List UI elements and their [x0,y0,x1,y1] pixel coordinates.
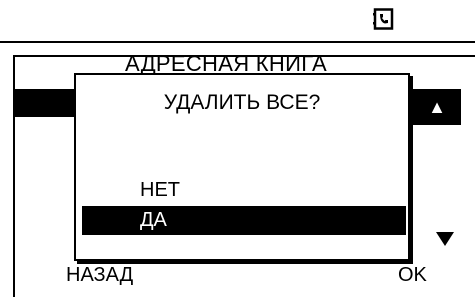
status-bar-divider [0,41,475,43]
triangle-down-icon[interactable] [436,232,454,246]
list-item [15,89,77,117]
option-no[interactable]: НЕТ [140,179,180,202]
back-softkey[interactable]: НАЗАД [66,264,133,287]
confirm-delete-dialog: УДАЛИТЬ ВСЕ? НЕТ ДА [74,73,410,261]
ok-softkey[interactable]: OK [398,264,427,287]
triangle-up-icon[interactable]: ▲ [413,89,461,125]
option-yes[interactable]: ДА [82,206,406,235]
dialog-question: УДАЛИТЬ ВСЕ? [163,91,321,114]
address-book-icon [373,8,394,30]
